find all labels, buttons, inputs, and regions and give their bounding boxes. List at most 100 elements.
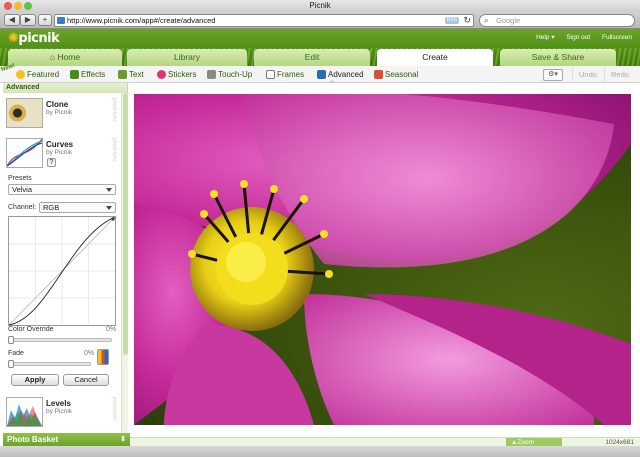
search-placeholder: Google <box>496 16 521 25</box>
photo-basket-bar[interactable]: Photo Basket ⇕ <box>3 433 130 446</box>
slider-handle[interactable] <box>8 360 14 368</box>
tab-home[interactable]: ⌂ Home <box>8 49 122 66</box>
subtab-label: Touch-Up <box>218 70 253 79</box>
cancel-button[interactable]: Cancel <box>63 374 109 386</box>
tab-label: Home <box>57 52 81 62</box>
tab-save-share[interactable]: Save & Share <box>500 49 616 66</box>
new-tab-button[interactable]: + <box>38 14 52 26</box>
curve-graph[interactable] <box>8 216 116 326</box>
effect-levels[interactable]: Levels by Picnik premium <box>3 397 119 431</box>
subtab-touch-up[interactable]: Touch-Up <box>207 66 252 83</box>
app-header: ✺picnik Help ▾ Sign out Fullscreen ⌂ Hom… <box>0 29 640 66</box>
header-links: Help ▾ Sign out Fullscreen <box>526 33 632 41</box>
premium-label: premium <box>111 138 117 162</box>
channel-label: Channel: <box>8 204 37 211</box>
subtab-advanced[interactable]: Advanced <box>317 66 364 83</box>
presets-label: Presets <box>8 175 32 182</box>
apply-button[interactable]: Apply <box>11 374 59 386</box>
subtab-label: Seasonal <box>385 70 419 79</box>
canvas-area <box>128 83 640 437</box>
tab-label: Create <box>422 52 448 62</box>
help-button[interactable]: ? <box>47 158 56 167</box>
forward-button[interactable]: ▶ <box>20 14 36 26</box>
curve-editor[interactable] <box>8 216 116 326</box>
subtab-featured[interactable]: Featured <box>16 66 59 83</box>
browser-toolbar: ◀ ▶ + http://www.picnik.com/app#/create/… <box>0 12 640 29</box>
rss-icon[interactable]: RSS <box>445 17 459 24</box>
reload-icon[interactable]: ↻ <box>463 15 471 26</box>
url-bar[interactable]: http://www.picnik.com/app#/create/advanc… <box>54 14 474 27</box>
touchup-icon <box>207 70 216 79</box>
back-button[interactable]: ◀ <box>4 14 20 26</box>
effects-icon <box>70 70 79 79</box>
subtab-label: Text <box>129 70 144 79</box>
curves-thumbnail-graph <box>6 138 43 167</box>
subtab-label: Stickers <box>168 70 197 79</box>
redo-button[interactable]: Redo <box>604 68 629 81</box>
flower-photo <box>134 94 631 425</box>
blend-mode-button[interactable] <box>97 349 109 365</box>
search-input[interactable]: ⌕ Google <box>479 14 635 27</box>
tab-label: Library <box>174 52 200 62</box>
presets-value: Velvia <box>12 185 33 194</box>
minimize-window-button[interactable] <box>14 2 22 10</box>
status-bar: ▲Zoom 1024x681 <box>130 437 640 447</box>
home-icon: ⌂ <box>49 52 56 62</box>
premium-label: premium <box>111 397 117 421</box>
curves-thumbnail <box>6 138 43 168</box>
subtab-text[interactable]: Text <box>118 66 144 83</box>
frames-icon <box>266 70 275 79</box>
subtab-frames[interactable]: Frames <box>266 66 304 83</box>
subtab-label: Featured <box>27 70 60 79</box>
subtab-seasonal[interactable]: Seasonal <box>374 66 418 83</box>
tab-library[interactable]: Library <box>127 49 247 66</box>
gear-menu-button[interactable]: ⚙▾ <box>543 69 563 81</box>
subtab-label: Frames <box>277 70 305 79</box>
panel-title: Advanced <box>3 83 127 93</box>
effect-author: by Picnik <box>46 109 73 116</box>
color-override-slider[interactable] <box>8 336 112 344</box>
subtab-label: Effects <box>81 70 106 79</box>
picnik-logo[interactable]: ✺picnik <box>8 31 60 46</box>
heart-icon <box>157 70 166 79</box>
toggle-basket-icon[interactable]: ⇕ <box>120 433 126 446</box>
undo-button[interactable]: Undo <box>572 68 597 81</box>
chevron-down-icon <box>106 188 112 192</box>
tab-create[interactable]: Create <box>377 49 493 66</box>
channel-value: RGB <box>43 203 60 212</box>
close-window-button[interactable] <box>4 2 12 10</box>
tab-edit[interactable]: Edit <box>254 49 370 66</box>
text-icon <box>118 70 127 79</box>
effect-author: by Picnik <box>46 408 73 415</box>
zoom-window-button[interactable] <box>24 2 32 10</box>
effect-name: Curves <box>46 140 74 149</box>
effect-author: by Picnik <box>46 149 73 156</box>
sign-out-link[interactable]: Sign out <box>566 34 590 41</box>
presets-select[interactable]: Velvia <box>8 184 116 195</box>
fade-label: Fade <box>8 350 24 357</box>
effect-curves[interactable]: Curves by Picnik ? premium <box>3 138 119 172</box>
effect-clone[interactable]: Clone by Picnik premium <box>3 98 119 132</box>
fade-slider[interactable] <box>8 360 91 368</box>
tab-label: Save & Share <box>531 52 585 62</box>
fade-value: 0% <box>84 350 95 357</box>
color-override-label: Color Override <box>8 326 54 333</box>
subtab-stickers[interactable]: Stickers <box>157 66 196 83</box>
slider-handle[interactable] <box>8 336 14 344</box>
window-bottom-edge <box>0 446 640 457</box>
window-title: Picnik <box>309 1 331 10</box>
fullscreen-link[interactable]: Fullscreen <box>602 34 632 41</box>
subtab-effects[interactable]: Effects <box>70 66 105 83</box>
effect-name: Clone <box>46 100 69 109</box>
photo-canvas[interactable] <box>134 94 631 425</box>
panel-scrollbar[interactable] <box>121 93 128 433</box>
advanced-icon <box>317 70 326 79</box>
color-override-value: 0% <box>106 326 117 333</box>
channel-select[interactable]: RGB <box>39 202 116 213</box>
help-link[interactable]: Help ▾ <box>536 34 554 41</box>
star-icon <box>16 70 25 79</box>
favicon-icon <box>57 17 65 24</box>
levels-thumbnail-graph <box>7 404 42 426</box>
clone-thumbnail <box>6 98 43 128</box>
subtab-label: Advanced <box>328 70 364 79</box>
